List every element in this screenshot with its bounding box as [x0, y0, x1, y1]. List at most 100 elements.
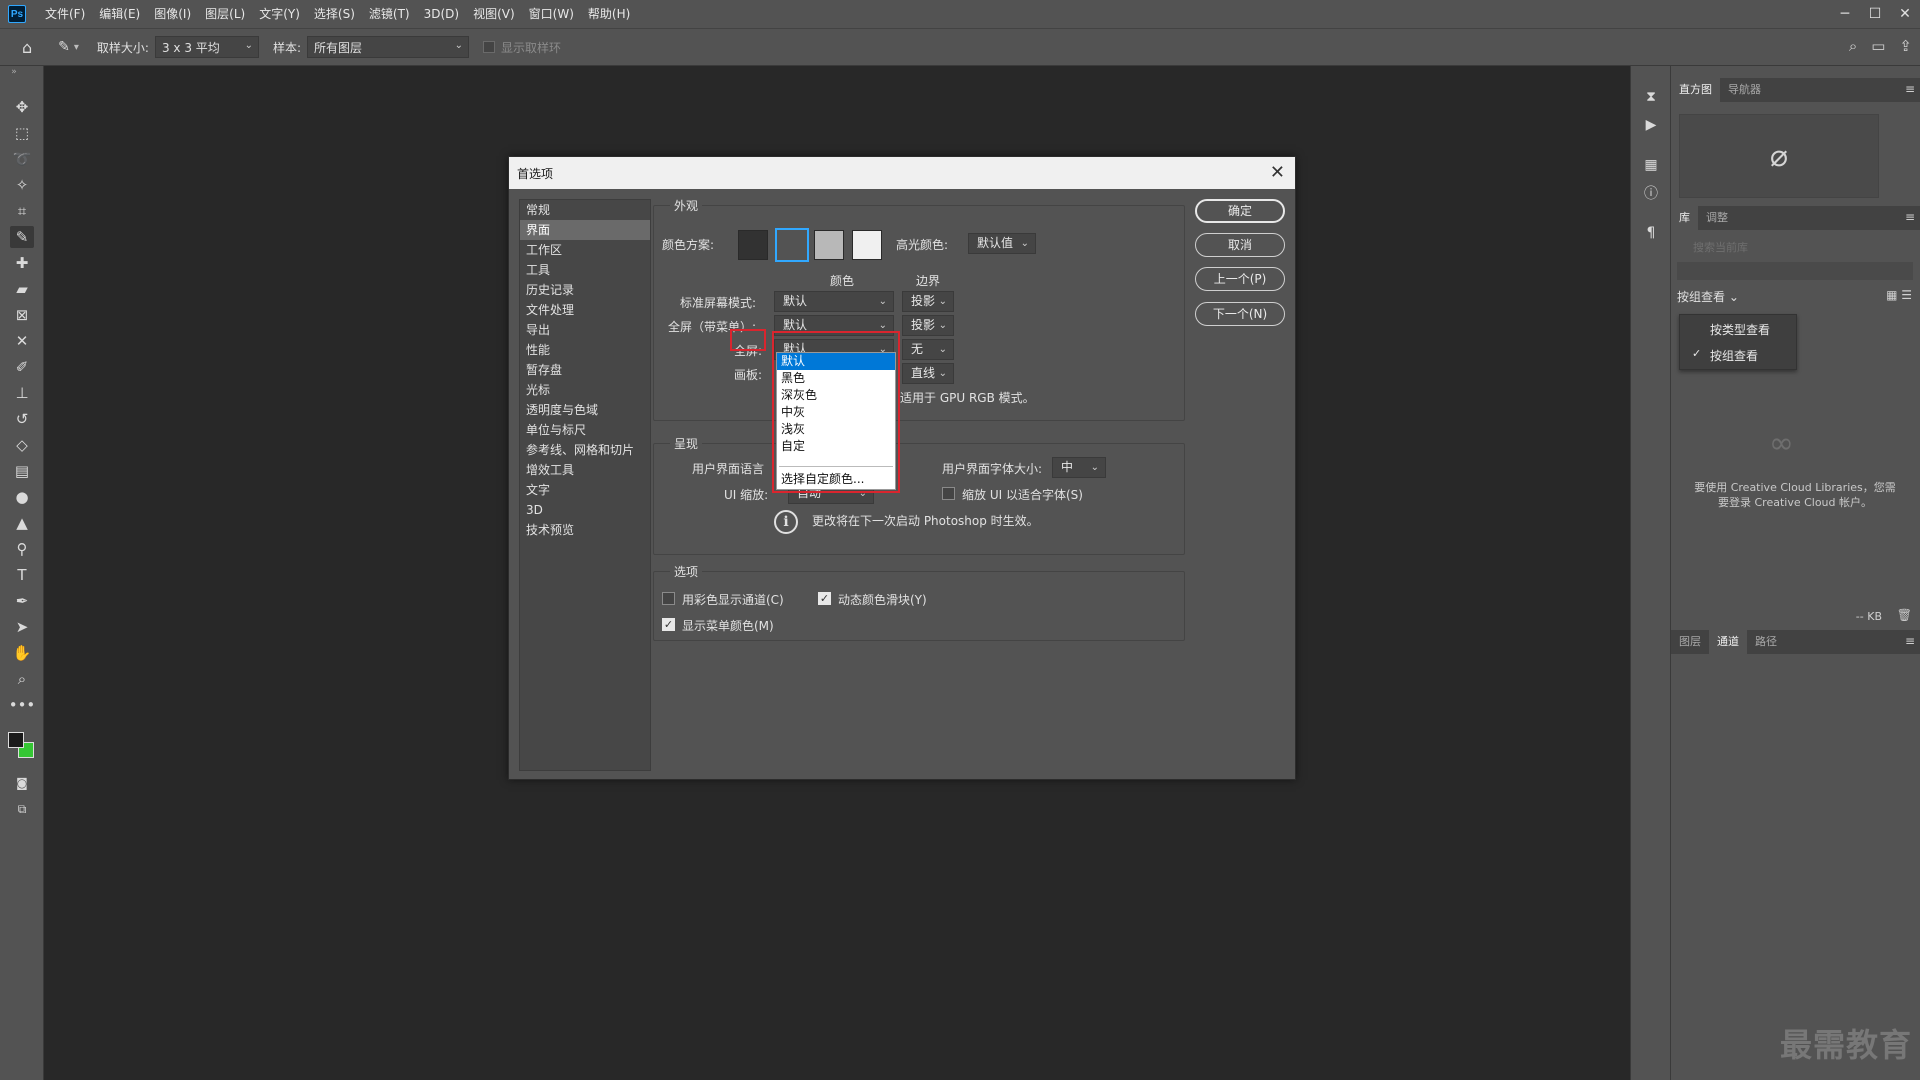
- blur-tool-icon[interactable]: ●: [10, 486, 34, 508]
- tab-adjustments[interactable]: 调整: [1698, 206, 1736, 230]
- tab-layers[interactable]: 图层: [1671, 630, 1709, 654]
- menu-colors-checkbox[interactable]: ✓: [662, 618, 675, 631]
- panel-menu-icon[interactable]: ≡: [1905, 210, 1915, 224]
- lasso-tool-icon[interactable]: ➰: [10, 148, 34, 170]
- foreground-color-swatch[interactable]: [8, 732, 24, 748]
- category-general[interactable]: 常规: [520, 200, 650, 220]
- category-tools[interactable]: 工具: [520, 260, 650, 280]
- magic-wand-icon[interactable]: ✧: [10, 174, 34, 196]
- library-select[interactable]: [1677, 262, 1913, 280]
- menu-image[interactable]: 图像(I): [147, 0, 198, 28]
- hand-tool-icon[interactable]: ✋: [10, 642, 34, 664]
- dropdown-option-medium-gray[interactable]: 中灰: [777, 404, 895, 421]
- tab-libraries[interactable]: 库: [1671, 206, 1698, 230]
- close-window-button[interactable]: ✕: [1890, 0, 1920, 28]
- search-icon[interactable]: ⌕: [1849, 37, 1857, 55]
- share-icon[interactable]: ⇪: [1899, 37, 1912, 55]
- history-icon[interactable]: ⧗: [1639, 86, 1663, 108]
- color-scheme-swatch-dark[interactable]: [775, 228, 809, 262]
- panel-menu-icon[interactable]: ≡: [1905, 634, 1915, 648]
- menu-type[interactable]: 文字(Y): [252, 0, 307, 28]
- chevron-down-icon[interactable]: ▾: [74, 42, 79, 53]
- tab-channels[interactable]: 通道: [1709, 630, 1747, 654]
- menu-select[interactable]: 选择(S): [307, 0, 362, 28]
- menu-filter[interactable]: 滤镜(T): [362, 0, 417, 28]
- ui-font-size-select[interactable]: 中 ⌄: [1052, 457, 1106, 478]
- dynamic-sliders-checkbox[interactable]: ✓: [818, 592, 831, 605]
- frame-tool-icon[interactable]: ⊠: [10, 304, 34, 326]
- standard-mode-border-select[interactable]: 投影 ⌄: [902, 291, 954, 312]
- home-icon[interactable]: ⌂: [22, 38, 32, 57]
- marquee-tool-icon[interactable]: ⬚: [10, 122, 34, 144]
- category-workspace[interactable]: 工作区: [520, 240, 650, 260]
- menu-file[interactable]: 文件(F): [38, 0, 92, 28]
- color-scheme-swatch-light[interactable]: [814, 230, 844, 260]
- view-by-type-item[interactable]: 按类型查看: [1710, 321, 1770, 338]
- move-tool-icon[interactable]: ✥: [10, 96, 34, 118]
- content-aware-move-icon[interactable]: ✕: [10, 330, 34, 352]
- group-view-toggle[interactable]: 按组查看 ⌄: [1677, 288, 1739, 305]
- eraser-tool-icon[interactable]: ◇: [10, 434, 34, 456]
- menu-3d[interactable]: 3D(D): [417, 0, 466, 28]
- close-icon[interactable]: ✕: [1270, 162, 1285, 183]
- menu-layer[interactable]: 图层(L): [198, 0, 252, 28]
- color-scheme-swatch-lightest[interactable]: [852, 230, 882, 260]
- dodge-tool-icon[interactable]: ⚲: [10, 538, 34, 560]
- dropdown-option-light-gray[interactable]: 浅灰: [777, 421, 895, 438]
- artboard-border-select[interactable]: 直线 ⌄: [902, 363, 954, 384]
- category-3d[interactable]: 3D: [520, 500, 650, 520]
- history-brush-icon[interactable]: ↺: [10, 408, 34, 430]
- dropdown-option-custom[interactable]: 自定: [777, 438, 895, 455]
- category-plugins[interactable]: 增效工具: [520, 460, 650, 480]
- ruler-tool-icon[interactable]: ▰: [10, 278, 34, 300]
- color-scheme-swatch-darkest[interactable]: [738, 230, 768, 260]
- stamp-tool-icon[interactable]: ⊥: [10, 382, 34, 404]
- category-type[interactable]: 文字: [520, 480, 650, 500]
- fullscreen-menu-color-select[interactable]: 默认 ⌄: [774, 315, 894, 336]
- previous-button[interactable]: 上一个(P): [1195, 267, 1285, 291]
- menu-view[interactable]: 视图(V): [466, 0, 522, 28]
- category-tech-preview[interactable]: 技术预览: [520, 520, 650, 540]
- highlight-color-select[interactable]: 默认值 ⌄: [968, 233, 1036, 254]
- pen-tool-icon[interactable]: ✒: [10, 590, 34, 612]
- cancel-button[interactable]: 取消: [1195, 233, 1285, 257]
- menu-help[interactable]: 帮助(H): [581, 0, 637, 28]
- restore-button[interactable]: ☐: [1860, 0, 1890, 28]
- scale-ui-checkbox[interactable]: [942, 487, 955, 500]
- category-file-handling[interactable]: 文件处理: [520, 300, 650, 320]
- brush-tool-icon[interactable]: ✐: [10, 356, 34, 378]
- trash-icon[interactable]: 🗑: [1897, 608, 1912, 622]
- category-export[interactable]: 导出: [520, 320, 650, 340]
- healing-brush-icon[interactable]: ✚: [10, 252, 34, 274]
- minimize-button[interactable]: ─: [1830, 0, 1860, 28]
- dropdown-option-default[interactable]: 默认: [777, 353, 895, 370]
- actions-play-icon[interactable]: ▶: [1639, 114, 1663, 136]
- path-selection-icon[interactable]: ➤: [10, 616, 34, 638]
- tab-paths[interactable]: 路径: [1747, 630, 1785, 654]
- category-cursors[interactable]: 光标: [520, 380, 650, 400]
- tab-histogram[interactable]: 直方图: [1671, 78, 1720, 102]
- eyedropper-icon[interactable]: ✎: [58, 39, 70, 55]
- library-search-input[interactable]: 搜索当前库: [1677, 238, 1913, 258]
- sample-select[interactable]: 所有图层 ⌄: [307, 36, 470, 58]
- menu-edit[interactable]: 编辑(E): [92, 0, 147, 28]
- category-performance[interactable]: 性能: [520, 340, 650, 360]
- sharpen-tool-icon[interactable]: ▲: [10, 512, 34, 534]
- zoom-tool-icon[interactable]: ⌕: [10, 668, 34, 690]
- grid-list-view-icon[interactable]: ▦ ☰: [1886, 288, 1912, 302]
- ok-button[interactable]: 确定: [1195, 199, 1285, 223]
- properties-icon[interactable]: ▦: [1639, 154, 1663, 176]
- eyedropper-tool-icon[interactable]: ✎: [10, 226, 34, 248]
- category-transparency[interactable]: 透明度与色域: [520, 400, 650, 420]
- category-units-rulers[interactable]: 单位与标尺: [520, 420, 650, 440]
- dropdown-option-dark-gray[interactable]: 深灰色: [777, 387, 895, 404]
- sample-size-select[interactable]: 3 x 3 平均 ⌄: [154, 36, 259, 58]
- workspace-icon[interactable]: ▭: [1871, 37, 1885, 55]
- screen-mode-icon[interactable]: ⧉: [10, 798, 34, 820]
- tab-navigator[interactable]: 导航器: [1720, 78, 1769, 102]
- panel-menu-icon[interactable]: ≡: [1905, 82, 1915, 96]
- expand-icon[interactable]: »: [2, 66, 26, 78]
- fullscreen-menu-border-select[interactable]: 投影 ⌄: [902, 315, 954, 336]
- gradient-tool-icon[interactable]: ▤: [10, 460, 34, 482]
- info-icon[interactable]: ⓘ: [1639, 182, 1663, 204]
